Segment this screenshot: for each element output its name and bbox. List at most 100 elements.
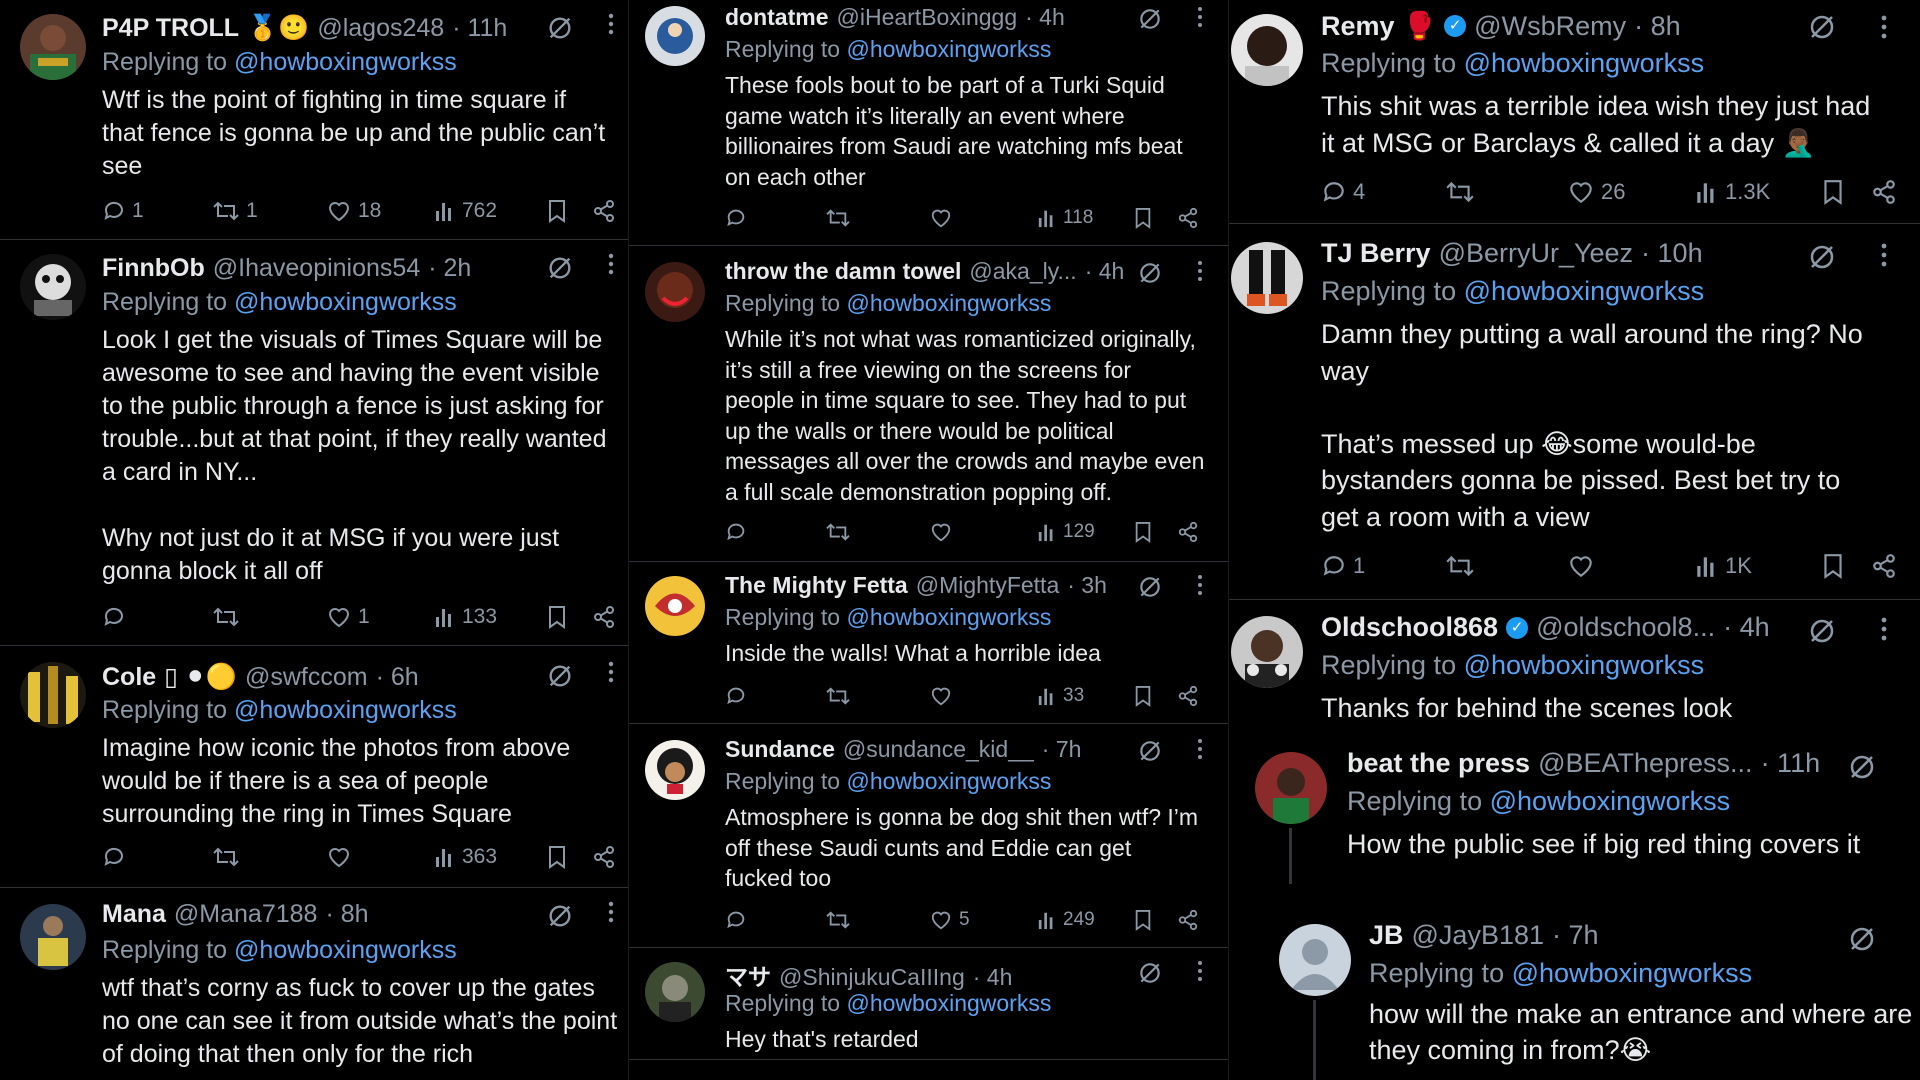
display-name[interactable]: P4P TROLL [102, 14, 239, 43]
user-handle[interactable]: @aka_ly... [969, 258, 1076, 285]
display-name[interactable]: Cole [102, 663, 156, 692]
timestamp[interactable]: · 10h [1641, 238, 1703, 269]
user-handle[interactable]: @JayB181 [1412, 920, 1544, 951]
display-name[interactable]: Sundance [725, 736, 835, 763]
user-handle[interactable]: @Ihaveopinions54 [213, 254, 420, 283]
mention-link[interactable]: @howboxingworkss [1512, 958, 1753, 988]
like-button[interactable] [1567, 553, 1601, 579]
mention-link[interactable]: @howboxingworkss [846, 290, 1051, 316]
timestamp[interactable]: · 4h [1723, 612, 1770, 643]
bookmark-button[interactable] [1821, 178, 1845, 206]
avatar[interactable] [1231, 616, 1303, 688]
tweet[interactable]: throw the damn towel @aka_ly... · 4h Rep… [629, 246, 1228, 562]
tweet[interactable]: Sundance @sundance_kid__ · 7h Replying t… [629, 724, 1228, 948]
mention-link[interactable]: @howboxingworkss [234, 288, 457, 316]
repost-button[interactable] [1445, 553, 1481, 579]
share-button[interactable] [1871, 553, 1897, 579]
mention-link[interactable]: @howboxingworkss [234, 696, 457, 724]
bookmark-button[interactable] [546, 198, 568, 224]
grok-icon[interactable] [1847, 752, 1877, 787]
grok-icon[interactable] [1137, 260, 1163, 291]
grok-icon[interactable] [1137, 6, 1163, 37]
repost-button[interactable] [825, 521, 857, 543]
display-name[interactable]: throw the damn towel [725, 258, 961, 285]
share-button[interactable] [1177, 521, 1199, 543]
reply-button[interactable] [102, 605, 132, 629]
repost-button[interactable] [825, 909, 857, 931]
tweet[interactable]: TJ Berry @BerryUr_Yeez · 10h Replying to… [1229, 224, 1920, 600]
share-button[interactable] [1177, 909, 1199, 931]
bookmark-button[interactable] [1133, 520, 1153, 544]
timestamp[interactable]: · 11h [1761, 748, 1821, 779]
tweet[interactable]: dontatme @iHeartBoxinggg · 4h Replying t… [629, 0, 1228, 246]
views-button[interactable]: 118 [1037, 207, 1093, 229]
views-button[interactable]: 762 [434, 199, 497, 223]
views-button[interactable]: 249 [1037, 909, 1095, 931]
reply-button[interactable] [725, 521, 753, 543]
reply-button[interactable] [725, 685, 753, 707]
share-button[interactable] [592, 605, 616, 629]
grok-icon[interactable] [1137, 574, 1163, 605]
like-button[interactable] [929, 207, 959, 229]
mention-link[interactable]: @howboxingworkss [846, 768, 1051, 794]
avatar[interactable] [645, 740, 705, 800]
avatar[interactable] [645, 962, 705, 1022]
bookmark-button[interactable] [546, 844, 568, 870]
avatar[interactable] [20, 904, 86, 970]
avatar[interactable] [20, 254, 86, 320]
tweet[interactable]: Mana @Mana7188 · 8h Replying to @howboxi… [0, 888, 628, 1080]
timestamp[interactable]: · 11h [452, 14, 507, 43]
like-button[interactable]: 26 [1567, 179, 1625, 205]
display-name[interactable]: FinnbOb [102, 254, 205, 283]
more-icon[interactable] [608, 252, 614, 281]
grok-icon[interactable] [1137, 738, 1163, 769]
like-button[interactable] [929, 685, 959, 707]
views-button[interactable]: 33 [1037, 685, 1084, 707]
reply-button[interactable] [725, 207, 753, 229]
more-icon[interactable] [1197, 738, 1203, 765]
views-button[interactable]: 133 [434, 605, 497, 629]
repost-button[interactable] [825, 685, 857, 707]
avatar[interactable] [20, 662, 86, 728]
user-handle[interactable]: @Mana7188 [174, 900, 318, 929]
avatar[interactable] [20, 14, 86, 80]
like-button[interactable]: 1 [326, 605, 370, 629]
reply-button[interactable] [102, 845, 132, 869]
more-icon[interactable] [1881, 616, 1887, 647]
tweet[interactable]: マサ @ShinjukuCaIIIng · 4h Replying to @ho… [629, 948, 1228, 1060]
display-name[interactable]: The Mighty Fetta [725, 572, 908, 599]
mention-link[interactable]: @howboxingworkss [1464, 650, 1705, 680]
timestamp[interactable]: · 4h [973, 964, 1013, 991]
timestamp[interactable]: · 8h [325, 900, 368, 929]
mention-link[interactable]: @howboxingworkss [1490, 786, 1731, 816]
share-button[interactable] [592, 845, 616, 869]
views-button[interactable]: 1K [1695, 553, 1752, 579]
user-handle[interactable]: @MightyFetta [916, 572, 1060, 599]
grok-icon[interactable] [1807, 616, 1837, 651]
share-button[interactable] [1177, 685, 1199, 707]
grok-icon[interactable] [546, 14, 574, 47]
more-icon[interactable] [1197, 6, 1203, 33]
timestamp[interactable]: · 7h [1552, 920, 1599, 951]
user-handle[interactable]: @BerryUr_Yeez [1439, 238, 1633, 269]
bookmark-button[interactable] [546, 604, 568, 630]
grok-icon[interactable] [1137, 960, 1163, 991]
mention-link[interactable]: @howboxingworkss [234, 936, 457, 964]
avatar[interactable] [1255, 752, 1327, 824]
grok-icon[interactable] [546, 662, 574, 695]
mention-link[interactable]: @howboxingworkss [234, 48, 457, 76]
avatar[interactable] [1279, 924, 1351, 996]
like-button[interactable] [929, 521, 959, 543]
display-name[interactable]: beat the press [1347, 748, 1530, 779]
bookmark-button[interactable] [1821, 552, 1845, 580]
user-handle[interactable]: @sundance_kid__ [843, 736, 1034, 763]
tweet[interactable]: The Mighty Fetta @MightyFetta · 3h Reply… [629, 562, 1228, 724]
user-handle[interactable]: @ShinjukuCaIIIng [779, 964, 965, 991]
repost-button[interactable] [212, 845, 246, 869]
reply-button[interactable] [725, 909, 753, 931]
display-name[interactable]: マサ [725, 958, 771, 992]
timestamp[interactable]: · 8h [1634, 11, 1681, 42]
grok-icon[interactable] [1807, 242, 1837, 277]
display-name[interactable]: Oldschool868 [1321, 612, 1498, 643]
more-icon[interactable] [608, 900, 614, 929]
